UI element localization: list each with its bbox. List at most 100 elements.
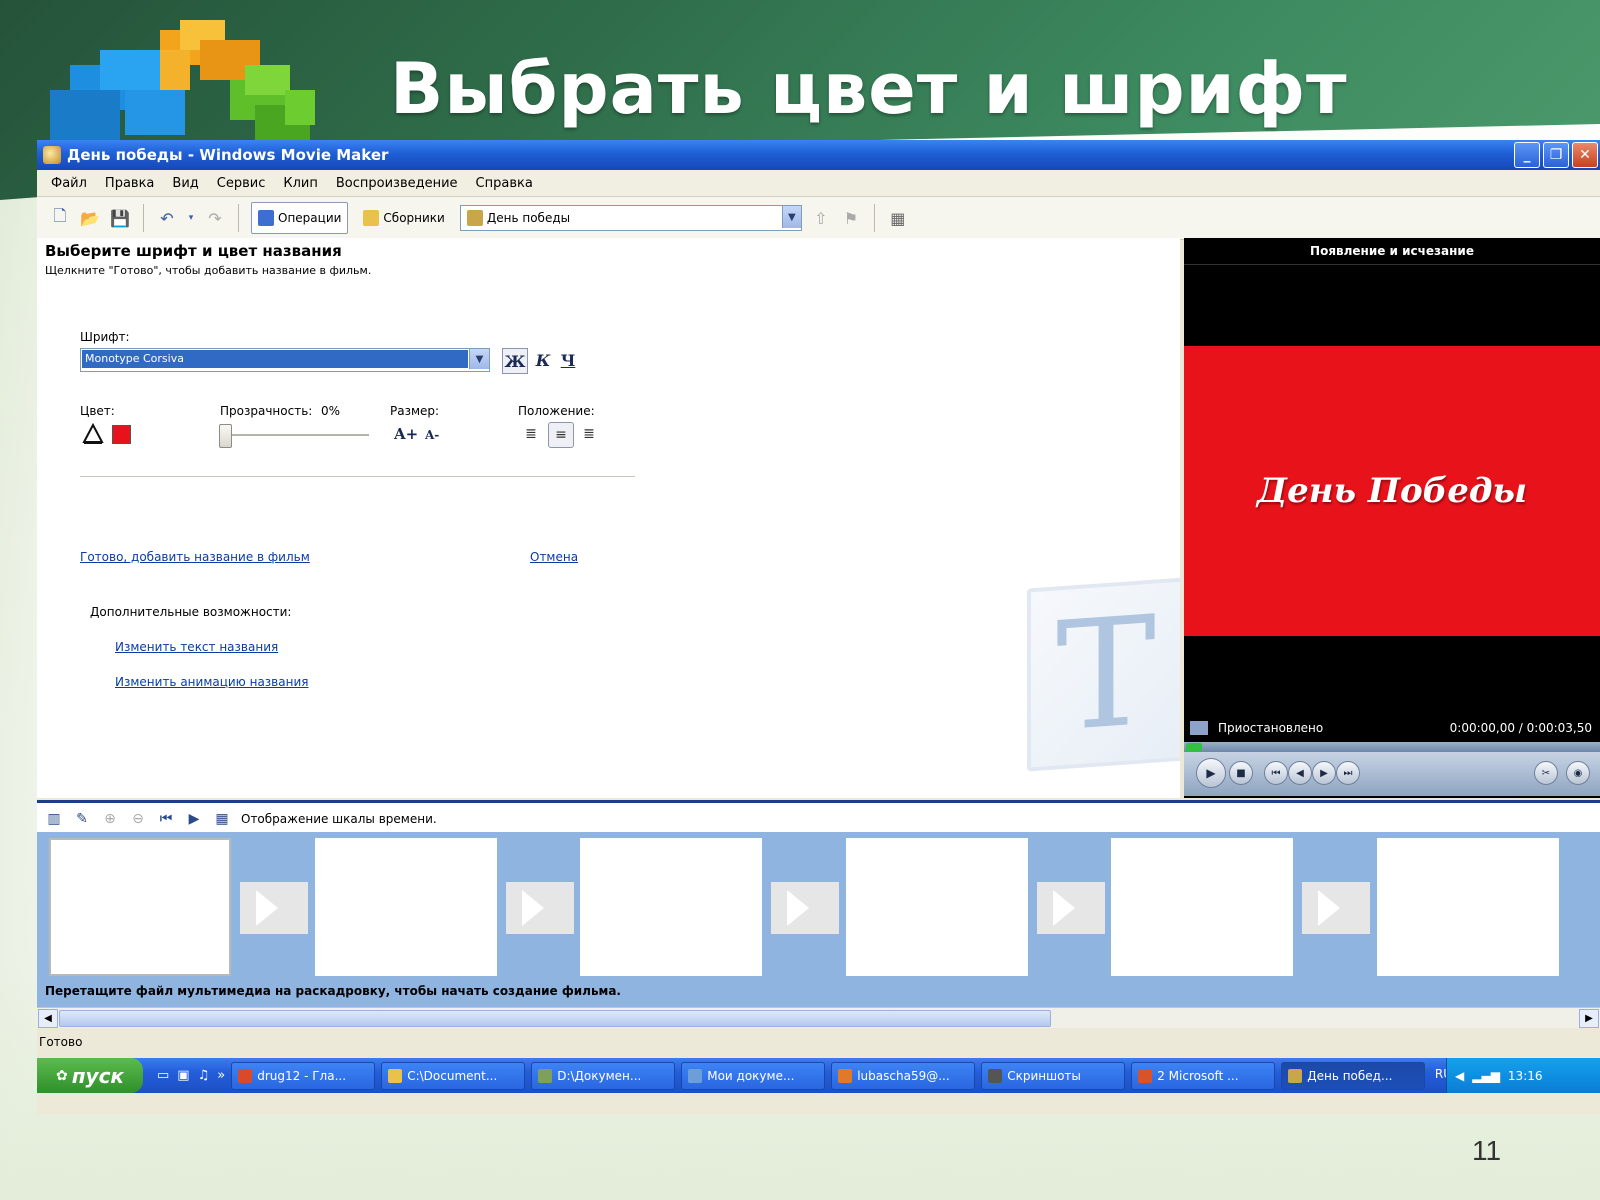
maximize-button[interactable]: ❐ (1543, 142, 1569, 168)
edit-title-animation-link[interactable]: Изменить анимацию названия (115, 675, 308, 689)
align-left-icon[interactable]: ≣ (519, 422, 543, 446)
slide-title: Выбрать цвет и шрифт (390, 48, 1348, 130)
taskbar-item-active[interactable]: День побед... (1281, 1061, 1426, 1090)
scroll-left-icon[interactable]: ◀ (38, 1009, 58, 1028)
scroll-right-icon[interactable]: ▶ (1579, 1009, 1599, 1028)
transition-arrow-icon[interactable] (506, 882, 574, 934)
previous-frame-icon[interactable]: ⏮ (1264, 761, 1288, 785)
stop-icon[interactable]: ■ (1229, 761, 1253, 785)
color-label: Цвет: (80, 404, 115, 418)
more-quick-launch-icon[interactable]: » (217, 1068, 225, 1083)
taskbar-item[interactable]: Скриншоты (981, 1061, 1126, 1090)
menu-play[interactable]: Воспроизведение (336, 176, 458, 191)
split-clip-icon[interactable]: ✂ (1534, 761, 1558, 785)
up-level-icon[interactable]: ⇧ (810, 207, 832, 229)
menu-help[interactable]: Справка (476, 176, 533, 191)
task-label: День побед... (1307, 1068, 1393, 1083)
rewind-icon[interactable]: ◀ (1288, 761, 1312, 785)
underline-button[interactable]: Ч (556, 348, 580, 372)
preview-status-bar: Приостановлено 0:00:00,00 / 0:00:03,50 (1184, 717, 1600, 739)
forward-icon[interactable]: ▶ (1312, 761, 1336, 785)
done-add-title-link[interactable]: Готово, добавить название в фильм (80, 550, 310, 564)
menu-edit[interactable]: Правка (105, 176, 154, 191)
audio-levels-icon[interactable]: ✎ (73, 810, 91, 828)
storyboard[interactable]: Перетащите файл мультимедиа на раскадров… (37, 832, 1600, 1007)
network-signal-icon[interactable]: ▂▄▆ (1472, 1069, 1500, 1083)
movie-maker-quick-icon[interactable]: ▣ (177, 1068, 189, 1083)
open-project-icon[interactable]: 📂 (79, 207, 101, 229)
undo-icon[interactable]: ↶ (156, 207, 178, 229)
media-player-quick-icon[interactable]: ♫ (198, 1068, 210, 1083)
collection-dropdown[interactable]: День победы ▼ (459, 205, 802, 231)
italic-button[interactable]: К (531, 348, 555, 372)
redo-icon[interactable]: ↷ (204, 207, 226, 229)
toolbar-separator (238, 204, 239, 232)
preview-frame: День Победы (1184, 346, 1600, 636)
font-select[interactable]: Monotype Corsiva ▼ (80, 348, 490, 372)
collections-button[interactable]: Сборники (356, 202, 451, 234)
scrollbar-thumb[interactable] (59, 1010, 1051, 1027)
transition-arrow-icon[interactable] (240, 882, 308, 934)
increase-size-button[interactable]: A+ (394, 425, 418, 443)
taskbar-item[interactable]: 2 Microsoft ... (1131, 1061, 1276, 1090)
new-project-icon[interactable]: 🗋 (49, 206, 71, 229)
bold-button[interactable]: Ж (502, 348, 528, 374)
edit-title-text-link[interactable]: Изменить текст названия (115, 640, 278, 654)
transparency-slider-track[interactable] (219, 434, 369, 437)
menu-file[interactable]: Файл (51, 176, 87, 191)
rewind-storyboard-icon[interactable]: ⏮ (157, 810, 175, 828)
text-color-icon[interactable] (82, 423, 104, 445)
storyboard-scrollbar[interactable]: ◀ ▶ (37, 1007, 1600, 1028)
taskbar-item[interactable]: D:\Докумен... (531, 1061, 676, 1090)
views-icon[interactable]: ▦ (887, 207, 909, 229)
show-timeline-button[interactable]: Отображение шкалы времени. (241, 812, 437, 826)
seek-knob[interactable] (1186, 743, 1202, 751)
storyboard-frame[interactable] (1377, 838, 1559, 976)
collections-folder-icon (363, 210, 380, 226)
chevron-down-icon[interactable]: ▼ (781, 206, 801, 228)
tray-expand-icon[interactable]: ◀ (1455, 1069, 1464, 1083)
operations-button[interactable]: Операции (251, 202, 349, 234)
align-center-icon[interactable]: ≡ (548, 422, 574, 448)
window-titlebar[interactable]: День победы - Windows Movie Maker _ ❐ ✕ (37, 140, 1600, 170)
save-project-icon[interactable]: 💾 (109, 207, 131, 229)
decrease-size-button[interactable]: A- (425, 428, 439, 442)
menu-tools[interactable]: Сервис (217, 176, 266, 191)
snapshot-icon[interactable]: ◉ (1566, 761, 1590, 785)
menu-view[interactable]: Вид (172, 176, 198, 191)
transition-arrow-icon[interactable] (771, 882, 839, 934)
storyboard-frame[interactable] (580, 838, 762, 976)
task-label: drug12 - Гла... (257, 1068, 347, 1083)
narration-icon[interactable]: ▥ (45, 810, 63, 828)
play-storyboard-icon[interactable]: ▶ (185, 810, 203, 828)
transparency-slider-thumb[interactable] (219, 424, 232, 448)
taskbar-item[interactable]: C:\Document... (381, 1061, 526, 1090)
timeline-icon[interactable]: ▦ (213, 810, 231, 828)
menu-clip[interactable]: Клип (283, 176, 318, 191)
movie-maker-icon (43, 146, 61, 164)
storyboard-frame[interactable] (315, 838, 497, 976)
taskbar-item[interactable]: lubascha59@... (831, 1061, 976, 1090)
chevron-down-icon[interactable]: ▼ (469, 349, 489, 369)
storyboard-frame[interactable] (49, 838, 231, 976)
seek-bar[interactable] (1184, 742, 1600, 752)
zoom-in-icon[interactable]: ⊕ (101, 810, 119, 828)
undo-dropdown-icon[interactable]: ▾ (186, 207, 196, 229)
storyboard-frame[interactable] (846, 838, 1028, 976)
close-button[interactable]: ✕ (1572, 142, 1598, 168)
color-swatch[interactable] (112, 425, 131, 444)
zoom-out-icon[interactable]: ⊖ (129, 810, 147, 828)
storyboard-frame[interactable] (1111, 838, 1293, 976)
next-frame-icon[interactable]: ⏭ (1336, 761, 1360, 785)
transition-arrow-icon[interactable] (1302, 882, 1370, 934)
minimize-button[interactable]: _ (1514, 142, 1540, 168)
new-collection-icon[interactable]: ⚑ (840, 207, 862, 229)
transition-arrow-icon[interactable] (1037, 882, 1105, 934)
play-icon[interactable]: ▶ (1196, 758, 1226, 788)
taskbar-item[interactable]: drug12 - Гла... (231, 1061, 376, 1090)
show-desktop-icon[interactable]: ▭ (157, 1068, 169, 1083)
align-right-icon[interactable]: ≣ (577, 422, 601, 446)
taskbar-item[interactable]: Мои докуме... (681, 1061, 826, 1090)
start-button[interactable]: ✿ пуск (37, 1058, 143, 1093)
cancel-link[interactable]: Отмена (530, 550, 578, 564)
